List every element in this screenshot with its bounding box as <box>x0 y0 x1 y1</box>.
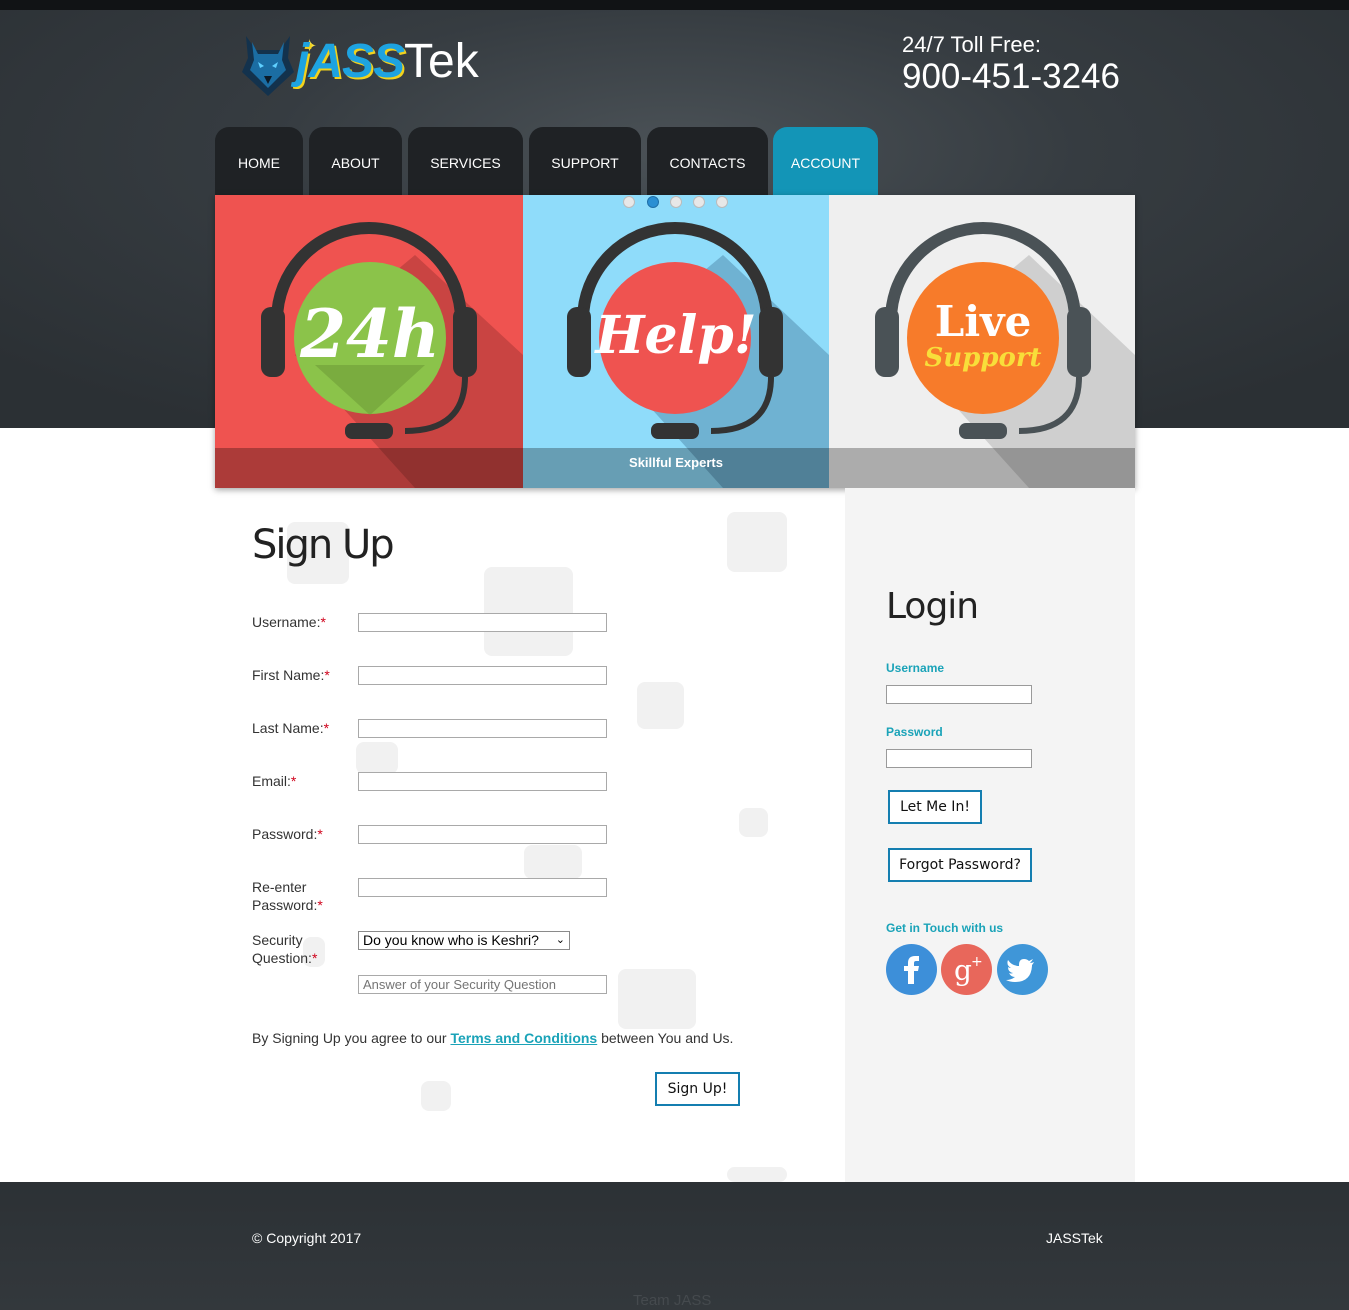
nav-support[interactable]: SUPPORT <box>529 127 641 195</box>
security-answer-input[interactable] <box>358 975 607 994</box>
footer-brand: JASSTek <box>1046 1230 1103 1246</box>
password-label: Password:* <box>252 826 323 842</box>
toll-free-label: 24/7 Toll Free: <box>902 32 1042 57</box>
decorative-square <box>484 567 573 656</box>
slide-panel-live-support: Live Support <box>829 195 1135 488</box>
forgot-password-button[interactable]: Forgot Password? <box>888 848 1032 882</box>
terms-link[interactable]: Terms and Conditions <box>450 1030 597 1046</box>
slider-dot-5[interactable] <box>716 196 728 208</box>
logo-jass-text: jASS <box>296 35 405 88</box>
username-label: Username:* <box>252 614 326 630</box>
reenter-password-input[interactable] <box>358 878 607 897</box>
decorative-square <box>739 808 768 837</box>
slide-text-support: Support <box>924 343 1042 373</box>
email-label: Email:* <box>252 773 297 789</box>
toll-free-number: 900-451-3246 <box>902 57 1120 96</box>
logo-wordmark: jASSTek <box>296 34 479 90</box>
site-footer <box>0 1182 1349 1310</box>
slide-panel-24h: 24h <box>215 195 523 488</box>
svg-text:+: + <box>971 954 983 970</box>
login-title: Login <box>886 586 979 627</box>
footer-team: Team JASS <box>633 1292 712 1309</box>
nav-account[interactable]: ACCOUNT <box>773 127 878 195</box>
decorative-square <box>618 969 696 1029</box>
twitter-icon[interactable] <box>997 944 1048 995</box>
slider-dot-2[interactable] <box>647 196 659 208</box>
nav-about[interactable]: ABOUT <box>309 127 402 195</box>
toll-free-block: 24/7 Toll Free: 900-451-3246 <box>902 32 1120 96</box>
svg-text:g: g <box>954 954 972 987</box>
slider-caption: Skillful Experts <box>629 455 723 470</box>
slider-dot-4[interactable] <box>693 196 705 208</box>
slide-text-live: Live <box>934 297 1032 346</box>
login-username-label: Username <box>886 661 945 675</box>
nav-contacts[interactable]: CONTACTS <box>647 127 768 195</box>
hero-slider[interactable]: 24h Help! Live Support Skillful Experts <box>215 195 1135 488</box>
login-button[interactable]: Let Me In! <box>888 790 982 824</box>
facebook-icon[interactable] <box>886 944 937 995</box>
first-name-label: First Name:* <box>252 667 330 683</box>
security-question-value: Do you know who is Keshri? <box>363 932 539 948</box>
login-username-input[interactable] <box>886 685 1032 704</box>
logo-tek-text: Tek <box>404 35 479 88</box>
signup-button[interactable]: Sign Up! <box>655 1072 740 1106</box>
decorative-square <box>637 682 684 729</box>
top-bar <box>0 0 1349 10</box>
security-question-label: Security Question:* <box>252 932 318 966</box>
slider-dot-1[interactable] <box>623 196 635 208</box>
signup-username-input[interactable] <box>358 613 607 632</box>
reenter-password-label: Re-enter Password:* <box>252 879 323 913</box>
decorative-square <box>421 1081 451 1111</box>
login-password-input[interactable] <box>886 749 1032 768</box>
wolf-logo-icon <box>242 36 294 96</box>
first-name-input[interactable] <box>358 666 607 685</box>
terms-text: By Signing Up you agree to our Terms and… <box>252 1030 734 1046</box>
slide-panel-help: Help! <box>523 195 829 488</box>
decorative-square <box>524 845 582 879</box>
nav-services[interactable]: SERVICES <box>408 127 523 195</box>
slide-text-help: Help! <box>595 305 757 366</box>
email-input[interactable] <box>358 772 607 791</box>
slide-text-24h: 24h <box>300 295 440 373</box>
last-name-label: Last Name:* <box>252 720 330 736</box>
signup-password-input[interactable] <box>358 825 607 844</box>
signup-title: Sign Up <box>252 522 395 568</box>
chevron-down-icon: ⌄ <box>555 934 565 946</box>
social-heading: Get in Touch with us <box>886 921 1004 935</box>
google-plus-icon[interactable]: g + <box>941 944 992 995</box>
decorative-square <box>727 1167 787 1182</box>
last-name-input[interactable] <box>358 719 607 738</box>
footer-copyright: © Copyright 2017 <box>252 1230 362 1246</box>
decorative-square <box>727 512 787 572</box>
nav-home[interactable]: HOME <box>215 127 303 195</box>
twitter-glyph-icon <box>1006 959 1034 982</box>
login-password-label: Password <box>886 725 943 739</box>
slider-dot-3[interactable] <box>670 196 682 208</box>
facebook-glyph-icon <box>904 956 919 984</box>
security-question-select[interactable]: Do you know who is Keshri? ⌄ <box>358 931 570 950</box>
decorative-square <box>356 742 398 774</box>
google-plus-glyph-icon: g + <box>954 954 983 987</box>
